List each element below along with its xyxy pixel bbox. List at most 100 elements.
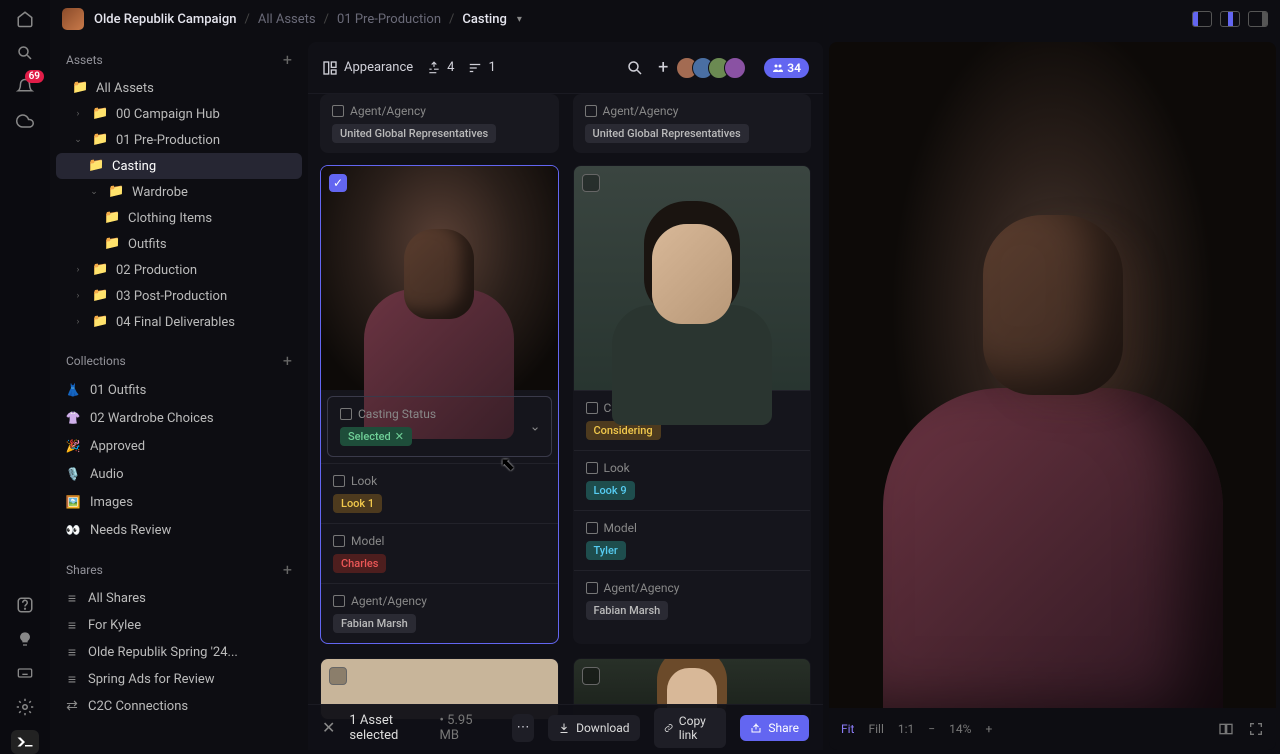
share-button[interactable]: Share <box>740 715 809 741</box>
zoom-out-button[interactable]: − <box>928 722 935 736</box>
search-button[interactable] <box>626 59 644 77</box>
add-share-button[interactable]: + <box>283 560 292 579</box>
zoom-fill-button[interactable]: Fill <box>868 722 883 736</box>
add-collection-button[interactable]: + <box>283 351 292 370</box>
field-icon <box>585 105 597 117</box>
chevron-down-icon[interactable]: ▾ <box>517 14 522 25</box>
status-field[interactable]: Casting Status Selected✕ ⌄ <box>327 396 552 457</box>
view-appearance-button[interactable]: Appearance <box>322 60 413 76</box>
asset-thumbnail[interactable] <box>574 166 811 390</box>
sidebar-final[interactable]: ›📁04 Final Deliverables <box>56 309 302 335</box>
copy-link-button[interactable]: Copy link <box>654 708 727 748</box>
fullscreen-icon[interactable] <box>1248 721 1264 737</box>
clear-selection-button[interactable]: ✕ <box>322 718 335 737</box>
preview-pane: Fit Fill 1:1 − 14% + <box>829 42 1276 750</box>
sidebar-postprod[interactable]: ›📁03 Post-Production <box>56 283 302 309</box>
preview-controls: Fit Fill 1:1 − 14% + <box>829 708 1276 750</box>
look-field[interactable]: Look Look 1 <box>321 463 558 523</box>
selection-count: 1 Asset selected <box>349 713 425 743</box>
assets-header: Assets <box>66 53 103 67</box>
search-icon[interactable] <box>14 42 36 64</box>
breadcrumb-current[interactable]: Casting <box>462 12 506 27</box>
sidebar-clothing-items[interactable]: 📁Clothing Items <box>56 205 302 231</box>
more-actions-button[interactable]: ⋯ <box>512 714 534 742</box>
add-button[interactable]: + <box>658 57 668 78</box>
select-checkbox[interactable] <box>582 667 600 685</box>
sidebar-preprod[interactable]: ⌄📁01 Pre-Production <box>56 127 302 153</box>
share-kylee[interactable]: ≡For Kylee <box>56 612 302 639</box>
notifications-icon[interactable]: 69 <box>14 76 36 98</box>
download-button[interactable]: Download <box>548 715 639 741</box>
zoom-level: 14% <box>949 722 971 736</box>
compare-icon[interactable] <box>1218 721 1234 737</box>
share-ads[interactable]: ≡Spring Ads for Review <box>56 666 302 693</box>
app-logo-icon[interactable] <box>11 730 39 754</box>
asset-thumbnail[interactable]: ✓ <box>321 166 558 390</box>
cloud-icon[interactable] <box>14 110 36 132</box>
sidebar-campaign-hub[interactable]: ›📁00 Campaign Hub <box>56 101 302 127</box>
asset-card-1[interactable]: ✓ Casting Status Selected✕ ⌄ Look Look 1 <box>320 165 559 644</box>
panel-right-toggle[interactable] <box>1248 11 1268 27</box>
sidebar-outfits[interactable]: 📁Outfits <box>56 231 302 257</box>
selection-bar: ✕ 1 Asset selected • 5.95 MB ⋯ Download … <box>308 704 823 750</box>
share-count-badge[interactable]: 34 <box>764 58 809 78</box>
nav-rail: 69 <box>0 0 50 754</box>
sidebar-casting[interactable]: 📁Casting <box>56 153 302 179</box>
project-avatar[interactable] <box>62 8 84 30</box>
zoom-fit-button[interactable]: Fit <box>841 722 854 736</box>
notification-badge: 69 <box>25 70 44 83</box>
content-panel: Appearance 4 1 + 34 <box>308 42 823 750</box>
lightbulb-icon[interactable] <box>14 628 36 650</box>
collection-outfits[interactable]: 👗01 Outfits <box>56 376 302 404</box>
shares-header: Shares <box>66 563 103 577</box>
share-spring[interactable]: ≡Olde Republik Spring '24... <box>56 639 302 666</box>
breadcrumb-all-assets[interactable]: All Assets <box>258 12 316 27</box>
model-field[interactable]: Model Tyler <box>574 510 811 570</box>
agency-chip: United Global Representatives <box>332 124 496 143</box>
zoom-1to1-button[interactable]: 1:1 <box>898 722 914 736</box>
select-checkbox[interactable]: ✓ <box>329 174 347 192</box>
select-checkbox[interactable] <box>582 174 600 192</box>
keyboard-icon[interactable] <box>14 662 36 684</box>
look-field[interactable]: Look Look 9 <box>574 450 811 510</box>
panel-mid-toggle[interactable] <box>1220 11 1240 27</box>
add-asset-button[interactable]: + <box>283 50 292 69</box>
agency-field[interactable]: Agent/Agency Fabian Marsh <box>321 583 558 643</box>
sidebar: Assets + 📁All Assets ›📁00 Campaign Hub ⌄📁… <box>50 38 308 754</box>
asset-card-2[interactable]: Casting Status Considering Look Look 9 M… <box>573 165 812 644</box>
remove-status-icon[interactable]: ✕ <box>395 430 404 443</box>
chevron-down-icon[interactable]: ⌄ <box>530 419 541 434</box>
panel-left-toggle[interactable] <box>1192 11 1212 27</box>
collection-images[interactable]: 🖼️Images <box>56 488 302 516</box>
collection-approved[interactable]: 🎉Approved <box>56 432 302 460</box>
help-icon[interactable] <box>14 594 36 616</box>
card-prev-2[interactable]: Agent/Agency United Global Representativ… <box>573 94 812 153</box>
gear-icon[interactable] <box>14 696 36 718</box>
share-c2c[interactable]: ⇄C2C Connections <box>56 693 302 719</box>
filter-button[interactable]: 4 <box>427 60 454 75</box>
collection-audio[interactable]: 🎙️Audio <box>56 460 302 488</box>
model-field[interactable]: Model Charles <box>321 523 558 583</box>
topbar: Olde Republik Campaign / All Assets / 01… <box>50 0 1280 38</box>
collection-wardrobe-choices[interactable]: 👚02 Wardrobe Choices <box>56 404 302 432</box>
zoom-in-button[interactable]: + <box>985 722 992 736</box>
sidebar-all-assets[interactable]: 📁All Assets <box>56 75 302 101</box>
asset-grid: Agent/Agency United Global Representativ… <box>308 94 823 750</box>
collection-needs-review[interactable]: 👀Needs Review <box>56 516 302 544</box>
field-icon <box>332 105 344 117</box>
collaborator-avatars[interactable] <box>682 57 746 79</box>
breadcrumb-preprod[interactable]: 01 Pre-Production <box>337 12 441 27</box>
agency-field[interactable]: Agent/Agency Fabian Marsh <box>574 570 811 630</box>
agency-chip: United Global Representatives <box>585 124 749 143</box>
selection-size: • 5.95 MB <box>440 713 484 743</box>
home-icon[interactable] <box>14 8 36 30</box>
breadcrumb: Olde Republik Campaign / All Assets / 01… <box>94 12 522 27</box>
select-checkbox[interactable] <box>329 667 347 685</box>
sidebar-production[interactable]: ›📁02 Production <box>56 257 302 283</box>
share-all[interactable]: ≡All Shares <box>56 585 302 612</box>
card-prev-1[interactable]: Agent/Agency United Global Representativ… <box>320 94 559 153</box>
preview-image[interactable] <box>829 42 1276 708</box>
sort-button[interactable]: 1 <box>468 60 495 75</box>
breadcrumb-project[interactable]: Olde Republik Campaign <box>94 12 236 27</box>
sidebar-wardrobe[interactable]: ⌄📁Wardrobe <box>56 179 302 205</box>
